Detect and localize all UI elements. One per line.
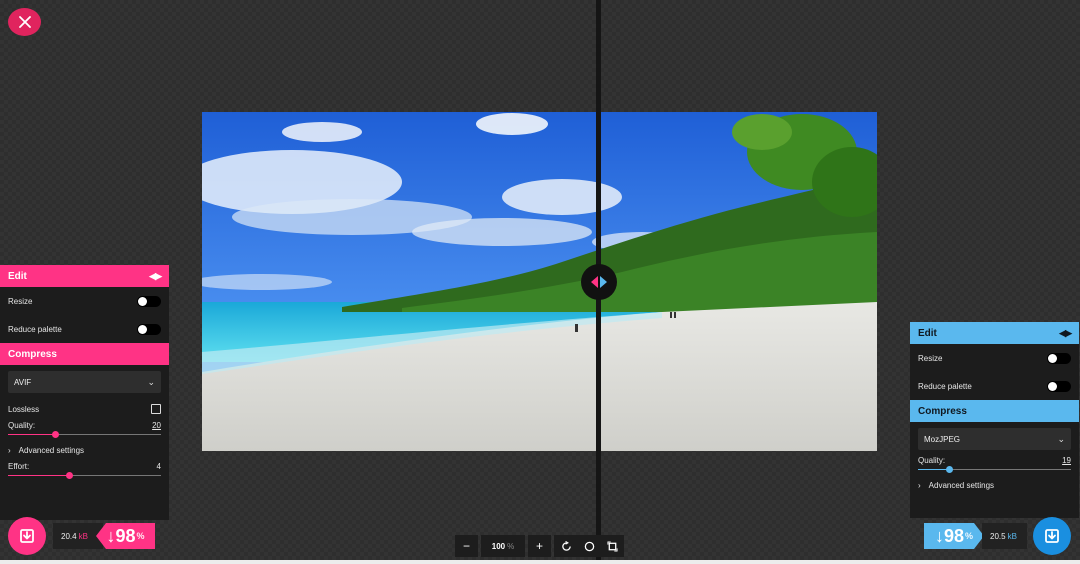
left-lossless-checkbox[interactable] xyxy=(151,404,161,414)
close-button[interactable] xyxy=(8,8,41,36)
left-compress-title: Compress xyxy=(8,348,57,360)
zoom-level[interactable]: 100% xyxy=(481,535,525,557)
right-resize-label: Resize xyxy=(918,353,943,363)
left-download-button[interactable] xyxy=(8,517,46,555)
right-savings-value: ↓98 xyxy=(934,525,964,546)
right-reduce-palette-toggle[interactable] xyxy=(1047,380,1071,392)
left-edit-header[interactable]: Edit ◀▶ xyxy=(0,265,169,287)
left-reduce-palette-label: Reduce palette xyxy=(8,324,62,334)
left-reduce-palette-toggle[interactable] xyxy=(137,323,161,335)
chevron-down-icon: ⌄ xyxy=(147,376,155,387)
zoom-in-button[interactable]: + xyxy=(528,535,551,557)
right-reduce-palette-label: Reduce palette xyxy=(918,381,972,391)
chevron-down-icon: ⌄ xyxy=(1057,433,1065,444)
left-effort-slider[interactable] xyxy=(8,471,161,481)
right-quality-value[interactable]: 19 xyxy=(1062,456,1071,465)
left-resize-label: Resize xyxy=(8,296,33,306)
right-quality-slider-block: Quality: 19 xyxy=(910,456,1079,475)
compared-image xyxy=(202,112,877,451)
side-by-side-icon[interactable] xyxy=(606,540,618,552)
left-codec-select[interactable]: AVIF ⌄ xyxy=(8,371,161,393)
right-quality-slider[interactable] xyxy=(918,465,1071,475)
right-edit-header[interactable]: Edit ◀▶ xyxy=(910,322,1079,344)
right-edit-title: Edit xyxy=(918,327,937,339)
close-icon xyxy=(18,16,31,28)
left-advanced-settings[interactable]: › Advanced settings xyxy=(0,440,169,460)
left-advanced-label: Advanced settings xyxy=(18,445,85,455)
right-resize-row: Resize xyxy=(910,344,1079,372)
bottom-edge xyxy=(0,560,1080,564)
right-reduce-palette-row: Reduce palette xyxy=(910,372,1079,400)
right-savings-symbol: % xyxy=(965,531,974,541)
left-quality-slider-block: Quality: 20 xyxy=(0,421,169,440)
arrow-left-icon xyxy=(591,276,598,288)
left-quality-slider[interactable] xyxy=(8,430,161,440)
left-file-size: 20.4 kB xyxy=(53,523,103,549)
left-edit-title: Edit xyxy=(8,270,27,282)
left-codec-value: AVIF xyxy=(14,377,32,387)
slider-thumb[interactable] xyxy=(945,466,953,473)
right-advanced-settings[interactable]: › Advanced settings xyxy=(910,475,1079,495)
left-effort-value[interactable]: 4 xyxy=(157,462,161,471)
left-quality-label: Quality: xyxy=(8,421,36,430)
download-icon xyxy=(1045,529,1059,543)
zoom-out-button[interactable]: − xyxy=(455,535,478,557)
right-download-button[interactable] xyxy=(1033,517,1071,555)
right-size-unit: kB xyxy=(1007,531,1017,541)
chevron-right-icon: › xyxy=(918,480,921,490)
left-savings-symbol: % xyxy=(136,531,145,541)
download-icon xyxy=(20,529,34,543)
left-savings-value: ↓98 xyxy=(106,525,136,546)
left-lossless-label: Lossless xyxy=(8,404,40,414)
swap-sides-icon[interactable]: ◀▶ xyxy=(149,271,162,282)
left-size-value: 20.4 xyxy=(61,531,77,541)
right-compress-title: Compress xyxy=(918,405,967,417)
chevron-right-icon: › xyxy=(8,445,11,455)
left-savings-badge: ↓98% xyxy=(96,523,155,549)
left-compress-header: Compress xyxy=(0,343,169,365)
left-resize-row: Resize xyxy=(0,287,169,315)
zoom-value: 100 xyxy=(491,541,506,551)
view-tools xyxy=(554,535,624,557)
left-resize-toggle[interactable] xyxy=(137,295,161,307)
right-compress-header: Compress xyxy=(910,400,1079,422)
rotate-icon[interactable] xyxy=(561,540,572,552)
zoom-unit: % xyxy=(507,541,515,551)
right-options-panel: Edit ◀▶ Resize Reduce palette Compress M… xyxy=(910,322,1079,518)
right-quality-label: Quality: xyxy=(918,456,946,465)
right-codec-value: MozJPEG xyxy=(924,434,961,444)
left-effort-slider-block: Effort: 4 xyxy=(0,462,169,481)
left-quality-value[interactable]: 20 xyxy=(152,421,161,430)
slider-thumb[interactable] xyxy=(66,472,74,479)
left-options-panel: Edit ◀▶ Resize Reduce palette Compress A… xyxy=(0,265,169,520)
right-savings-badge: ↓98% xyxy=(924,523,984,549)
left-size-unit: kB xyxy=(78,531,88,541)
arrow-right-icon xyxy=(600,276,607,288)
background-toggle-icon[interactable] xyxy=(584,541,595,552)
swap-sides-icon[interactable]: ◀▶ xyxy=(1059,328,1072,339)
left-reduce-palette-row: Reduce palette xyxy=(0,315,169,343)
zoom-toolbar: − 100% + xyxy=(455,535,624,557)
right-file-size: 20.5 kB xyxy=(982,523,1027,549)
divider-handle[interactable] xyxy=(581,264,617,300)
right-codec-select[interactable]: MozJPEG ⌄ xyxy=(918,428,1071,450)
right-advanced-label: Advanced settings xyxy=(928,480,995,490)
left-lossless-row: Lossless xyxy=(0,399,169,419)
right-size-value: 20.5 xyxy=(990,531,1006,541)
right-resize-toggle[interactable] xyxy=(1047,352,1071,364)
left-effort-label: Effort: xyxy=(8,462,30,471)
slider-thumb[interactable] xyxy=(52,431,60,438)
